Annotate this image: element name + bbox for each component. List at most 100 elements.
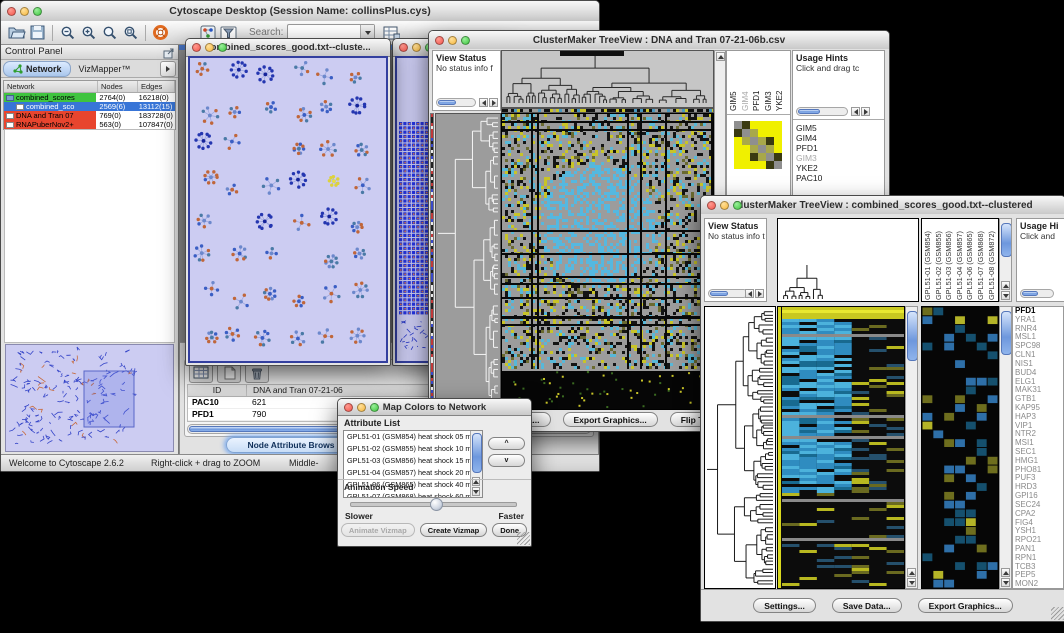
close-icon[interactable]	[192, 43, 201, 52]
save-icon[interactable]	[27, 22, 48, 43]
col-network[interactable]: Network	[4, 81, 98, 92]
treeview2-button[interactable]: Save Data...	[832, 598, 902, 613]
treeview2-button[interactable]: Export Graphics...	[918, 598, 1013, 613]
tab-vizmapper[interactable]: VizMapper™	[71, 62, 139, 76]
gene-label[interactable]: MON2	[1013, 580, 1063, 589]
status-hscrollbar[interactable]	[436, 98, 476, 107]
zoom-out-icon[interactable]	[57, 22, 78, 43]
zoom-heatmap-canvas[interactable]	[921, 306, 999, 589]
scroll-up-icon[interactable]	[1001, 281, 1010, 290]
scroll-down-icon[interactable]	[907, 578, 916, 587]
scroll-down-icon[interactable]	[1001, 291, 1010, 300]
tab-overflow-icon[interactable]	[160, 61, 176, 77]
attribute-list-item[interactable]: GPL51-04 (GSM857) heat shock 20 min	[344, 467, 482, 479]
close-icon[interactable]	[7, 7, 16, 16]
slider-thumb[interactable]	[430, 498, 443, 511]
main-titlebar[interactable]: Cytoscape Desktop (Session Name: collins…	[1, 1, 599, 22]
scroll-thumb[interactable]	[438, 100, 456, 105]
animation-speed-slider[interactable]	[350, 502, 517, 507]
dialog-titlebar[interactable]: Map Colors to Network	[338, 399, 531, 416]
move-down-button[interactable]: v	[488, 454, 525, 467]
heatmap-canvas[interactable]	[777, 306, 905, 589]
scroll-left-icon[interactable]	[479, 98, 488, 107]
network-list-row[interactable]: combined_sco2569(6)13112(15)	[4, 102, 175, 111]
treeview1-titlebar[interactable]: ClusterMaker TreeView : DNA and Tran 07-…	[429, 31, 889, 50]
gene-label[interactable]: PAC10	[793, 173, 884, 183]
usage-hscrollbar[interactable]	[1020, 289, 1054, 298]
gene-label[interactable]: GIM4	[793, 133, 884, 143]
column-dendrogram[interactable]	[501, 50, 714, 108]
attribute-list-item[interactable]: GPL51-07 (GSM868) heat shock 60 min	[344, 491, 482, 498]
attribute-list-item[interactable]: GPL51-02 (GSM855) heat shock 10 min	[344, 443, 482, 455]
animate-vizmap-button[interactable]: Animate Vizmap	[341, 523, 415, 537]
network-titlebar[interactable]: combined_scores_good.txt--cluste...	[186, 39, 390, 57]
minimize-icon[interactable]	[20, 7, 29, 16]
genes-vscrollbar[interactable]	[999, 306, 1012, 589]
column-dendrogram[interactable]	[777, 218, 919, 302]
zoom-window-icon[interactable]	[461, 36, 470, 45]
scroll-thumb[interactable]	[907, 311, 918, 361]
close-icon[interactable]	[707, 201, 716, 210]
zoom-window-icon[interactable]	[33, 7, 42, 16]
scroll-up-icon[interactable]	[716, 52, 725, 61]
summary-matrix[interactable]	[734, 121, 782, 169]
network-canvas[interactable]	[188, 56, 388, 363]
scroll-right-icon[interactable]	[489, 98, 498, 107]
scroll-thumb[interactable]	[798, 109, 820, 114]
resize-grip[interactable]	[517, 532, 530, 545]
scroll-left-icon[interactable]	[851, 107, 860, 116]
close-icon[interactable]	[435, 36, 444, 45]
network-list-row[interactable]: combined_scores2764(0)16218(0)	[4, 93, 175, 102]
tab-network[interactable]: Network	[3, 61, 71, 77]
scroll-left-icon[interactable]	[745, 289, 754, 298]
zoom-window-icon[interactable]	[370, 403, 379, 412]
row-dendrogram[interactable]	[435, 113, 501, 410]
network-list-row[interactable]: RNAPuberNov2+563(0)107847(0)	[4, 120, 175, 129]
zoom-hscrollbar[interactable]	[796, 107, 848, 116]
row-dendrogram[interactable]	[704, 306, 776, 589]
minimize-icon[interactable]	[357, 403, 366, 412]
attribute-list-item[interactable]: GPL51-01 (GSM854) heat shock 05 min	[344, 431, 482, 443]
scroll-up-icon[interactable]	[907, 568, 916, 577]
help-lifering-icon[interactable]	[150, 22, 171, 43]
close-icon[interactable]	[344, 403, 353, 412]
gene-label[interactable]: GIM5	[793, 123, 884, 133]
scroll-thumb[interactable]	[1001, 311, 1012, 355]
open-file-icon[interactable]	[6, 22, 27, 43]
gene-label[interactable]: PFD1	[793, 143, 884, 153]
zoom-window-icon[interactable]	[218, 43, 227, 52]
treeview2-button[interactable]: Settings...	[753, 598, 816, 613]
treeview1-button[interactable]: Export Graphics...	[563, 412, 658, 427]
treeview2-titlebar[interactable]: ClusterMaker TreeView : combined_scores_…	[701, 196, 1064, 215]
create-vizmap-button[interactable]: Create Vizmap	[420, 523, 488, 537]
minimize-icon[interactable]	[205, 43, 214, 52]
scroll-down-icon[interactable]	[1001, 578, 1010, 587]
close-icon[interactable]	[399, 43, 408, 52]
scroll-right-icon[interactable]	[755, 289, 764, 298]
minimize-icon[interactable]	[720, 201, 729, 210]
col-id[interactable]: ID	[188, 385, 247, 396]
resize-grip[interactable]	[1051, 607, 1064, 620]
attribute-list-item[interactable]: GPL51-03 (GSM856) heat shock 15 min	[344, 455, 482, 467]
network-list-row[interactable]: DNA and Tran 07769(0)183728(0)	[4, 111, 175, 120]
col-nodes[interactable]: Nodes	[98, 81, 138, 92]
birdseye-view[interactable]	[5, 344, 174, 452]
minimize-icon[interactable]	[448, 36, 457, 45]
scroll-thumb[interactable]	[472, 433, 482, 473]
zoom-actual-icon[interactable]	[99, 22, 120, 43]
minimize-icon[interactable]	[412, 43, 421, 52]
heatmap-canvas[interactable]	[501, 113, 714, 410]
gene-label[interactable]: GIM3	[793, 153, 884, 163]
col-edges[interactable]: Edges	[138, 81, 175, 92]
scroll-right-icon[interactable]	[861, 107, 870, 116]
move-up-button[interactable]: ^	[488, 437, 525, 450]
zoom-window-icon[interactable]	[733, 201, 742, 210]
heatmap-vscrollbar[interactable]	[905, 306, 918, 589]
gene-label[interactable]: YKE2	[793, 163, 884, 173]
labels-vscrollbar[interactable]	[999, 218, 1012, 302]
status-hscrollbar[interactable]	[708, 289, 748, 298]
zoom-fit-icon[interactable]	[120, 22, 141, 43]
scroll-thumb[interactable]	[1022, 291, 1038, 296]
scroll-thumb[interactable]	[1001, 223, 1012, 257]
scroll-thumb[interactable]	[710, 291, 728, 296]
